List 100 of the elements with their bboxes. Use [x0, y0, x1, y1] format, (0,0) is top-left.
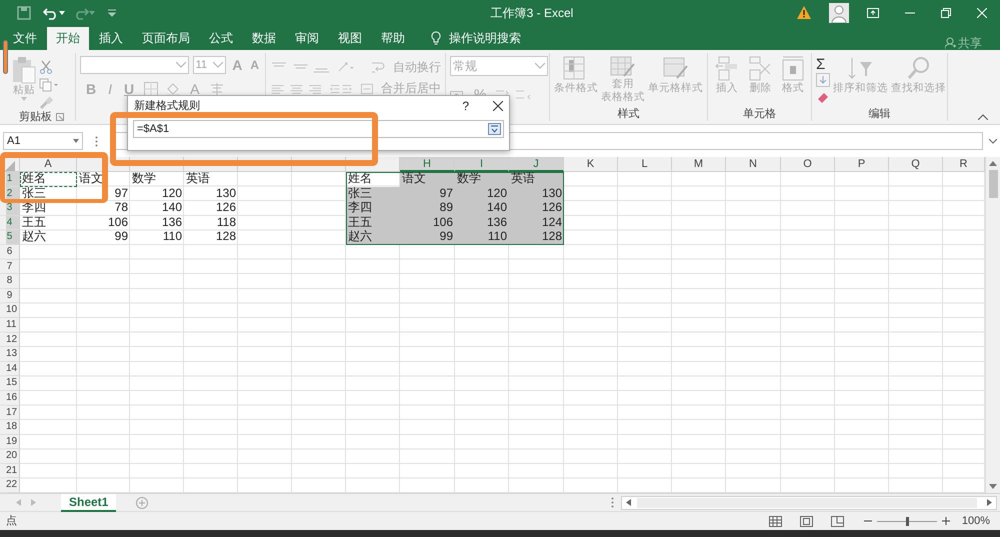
align-icon: [270, 82, 322, 94]
clipboard-icon: [12, 56, 36, 84]
row-header[interactable]: 13: [6, 347, 20, 362]
tell-me-search[interactable]: 操作说明搜索: [449, 27, 521, 50]
ribbon-tab[interactable]: 文件: [4, 27, 46, 50]
ribbon-tab[interactable]: 插入: [90, 27, 132, 50]
scroll-up-icon[interactable]: [989, 161, 997, 166]
undo-icon[interactable]: [43, 6, 59, 20]
row-header[interactable]: 19: [6, 434, 20, 450]
row-header[interactable]: 18: [6, 420, 20, 435]
row-header[interactable]: 11: [6, 318, 20, 333]
avatar-icon: [829, 2, 849, 22]
column-header[interactable]: O: [781, 157, 835, 172]
table-cell: 130: [509, 186, 564, 202]
table-cell-text: 语文: [78, 172, 104, 187]
page-break-icon[interactable]: [830, 516, 844, 527]
table-cell: 姓名: [20, 172, 77, 187]
scroll-thumb[interactable]: [988, 170, 998, 198]
group-label: 单元格: [743, 106, 776, 122]
warning-icon: [797, 6, 811, 19]
ribbon-tab[interactable]: 帮助: [372, 27, 414, 50]
next-sheet-icon[interactable]: [31, 499, 36, 506]
column-header[interactable]: I: [455, 157, 509, 172]
column-header[interactable]: P: [835, 157, 889, 172]
table-cell: 语文: [400, 172, 455, 187]
format-cells-icon: [782, 56, 804, 82]
restore-icon[interactable]: [941, 8, 951, 18]
zoom-thumb[interactable]: [906, 516, 909, 526]
column-header[interactable]: H: [400, 157, 455, 172]
row-header[interactable]: 21: [6, 464, 20, 478]
collapse-dialog-icon: [488, 123, 501, 135]
zoom-in-icon[interactable]: [942, 517, 950, 526]
row-header[interactable]: 5: [6, 230, 20, 245]
row-header[interactable]: 4: [6, 216, 20, 230]
ribbon-tab[interactable]: 数据: [243, 27, 285, 50]
zoom-slider[interactable]: [876, 516, 937, 526]
ribbon-tab[interactable]: 页面布局: [133, 27, 199, 50]
column-header[interactable]: Q: [889, 157, 943, 172]
column-header[interactable]: J: [509, 157, 564, 172]
orientation-icon: [337, 61, 356, 73]
ribbon-tab[interactable]: 公式: [200, 27, 242, 50]
row-header[interactable]: 20: [6, 449, 20, 464]
row-header[interactable]: 17: [6, 406, 20, 420]
table-cell: 140: [455, 201, 509, 216]
status-mode: 点: [6, 514, 17, 529]
table-cell: 王五: [346, 216, 400, 230]
name-box[interactable]: A1: [3, 132, 83, 150]
ribbon-tab[interactable]: 审阅: [286, 27, 328, 50]
table-brush-icon: [610, 56, 636, 78]
row-header[interactable]: 9: [6, 288, 20, 304]
share-button[interactable]: 共享: [958, 34, 982, 52]
zoom-level[interactable]: 100%: [962, 512, 990, 530]
table-cell-text: 英语: [185, 172, 211, 187]
vertical-scrollbar[interactable]: [985, 157, 1000, 493]
redo-icon: [73, 6, 89, 20]
column-header[interactable]: R: [943, 157, 985, 172]
scroll-down-icon[interactable]: [989, 484, 997, 489]
row-header[interactable]: 6: [6, 244, 20, 260]
table-cell: 136: [455, 216, 509, 230]
ribbon-display-icon[interactable]: [867, 8, 879, 18]
customize-icon[interactable]: [107, 8, 117, 16]
column-header[interactable]: K: [564, 157, 618, 172]
help-button[interactable]: ?: [462, 97, 469, 115]
row-header[interactable]: 22: [6, 478, 20, 494]
column-header[interactable]: N: [726, 157, 781, 172]
sheet-tab[interactable]: Sheet1: [61, 494, 116, 512]
row-header[interactable]: 1: [6, 172, 20, 187]
prev-sheet-icon[interactable]: [16, 499, 21, 506]
scroll-left-icon[interactable]: [626, 499, 632, 506]
formula-field[interactable]: =$A$1: [133, 120, 504, 138]
table-cell-text: 97: [114, 186, 129, 202]
expand-icon[interactable]: [989, 138, 997, 144]
page-layout-icon[interactable]: [800, 516, 813, 527]
table-cell: 124: [509, 216, 564, 230]
ribbon-tab[interactable]: 开始: [47, 27, 89, 50]
column-header[interactable]: A: [20, 157, 77, 172]
chevron-icon: [213, 62, 224, 68]
normal-view-icon[interactable]: [768, 516, 782, 527]
row-header[interactable]: 15: [6, 376, 20, 391]
row-header[interactable]: 10: [6, 303, 20, 318]
row-header[interactable]: 12: [6, 332, 20, 348]
close-icon[interactable]: [493, 101, 503, 111]
align-top-icon: [270, 61, 330, 73]
delete-cells-icon: [748, 56, 772, 82]
group-label: 样式: [618, 106, 640, 122]
table-cell-text: 数学: [131, 172, 157, 187]
row-header[interactable]: 7: [6, 260, 20, 274]
save-icon: [17, 6, 31, 20]
scroll-right-icon[interactable]: [987, 499, 992, 506]
ribbon-tab[interactable]: 视图: [329, 27, 371, 50]
row-header[interactable]: 14: [6, 362, 20, 376]
scroll-thumb[interactable]: [637, 498, 978, 508]
row-header[interactable]: 16: [6, 390, 20, 406]
caret-icon: [89, 10, 95, 14]
row-header[interactable]: 8: [6, 274, 20, 289]
column-header[interactable]: L: [618, 157, 672, 172]
column-header[interactable]: M: [672, 157, 726, 172]
horizontal-scrollbar[interactable]: [621, 496, 998, 510]
table-cell-text: 128: [214, 230, 237, 245]
add-sheet-icon[interactable]: [136, 496, 148, 509]
